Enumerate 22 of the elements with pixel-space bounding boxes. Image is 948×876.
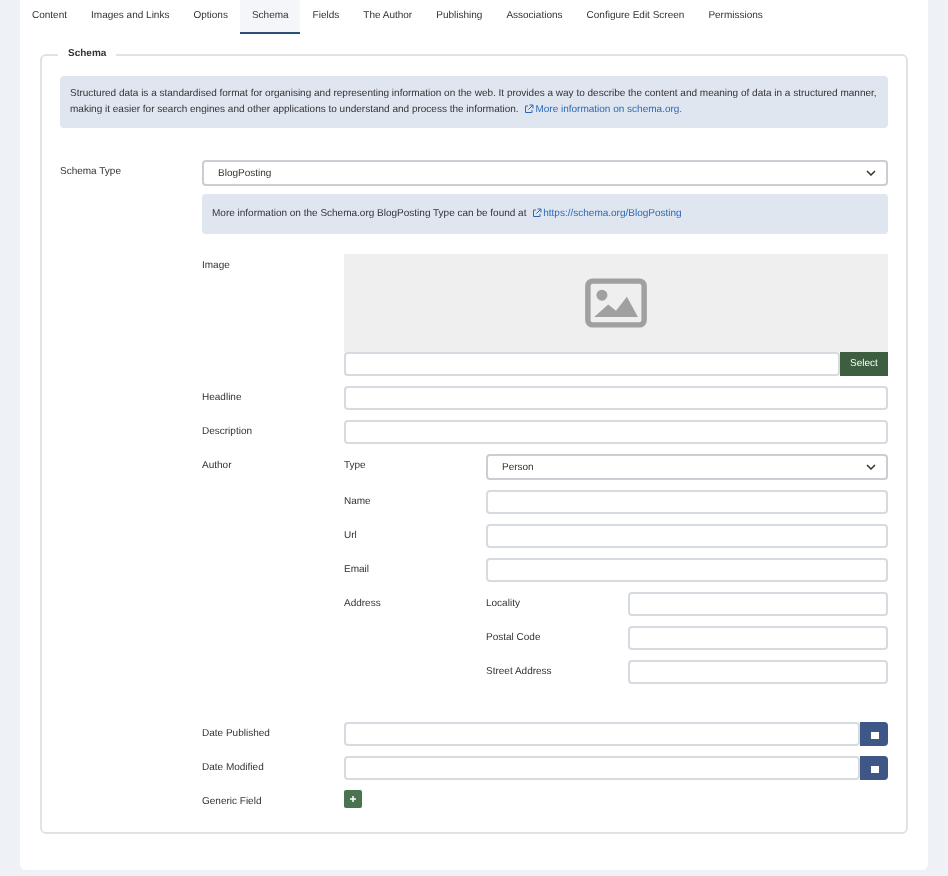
date-field[interactable] <box>344 756 860 780</box>
calendar-icon <box>869 729 879 739</box>
text-field[interactable] <box>486 490 888 514</box>
image-path-field[interactable] <box>344 352 840 376</box>
plus-icon <box>348 794 358 804</box>
text-field[interactable] <box>628 660 888 684</box>
chevron-down-icon <box>866 170 876 176</box>
text-field[interactable] <box>628 592 888 616</box>
text-field[interactable] <box>344 386 888 410</box>
text-field[interactable] <box>344 420 888 444</box>
text-field[interactable] <box>486 558 888 582</box>
date-field[interactable] <box>344 722 860 746</box>
external-link-icon <box>531 207 542 217</box>
calendar-icon <box>869 763 879 773</box>
image-placeholder-icon <box>582 278 650 328</box>
chevron-down-icon <box>866 464 876 470</box>
calendar-button[interactable] <box>860 756 888 780</box>
calendar-button[interactable] <box>860 722 888 746</box>
text-field[interactable] <box>628 626 888 650</box>
add-button[interactable] <box>344 790 362 808</box>
external-link-icon <box>523 103 534 113</box>
text-field[interactable] <box>486 524 888 548</box>
